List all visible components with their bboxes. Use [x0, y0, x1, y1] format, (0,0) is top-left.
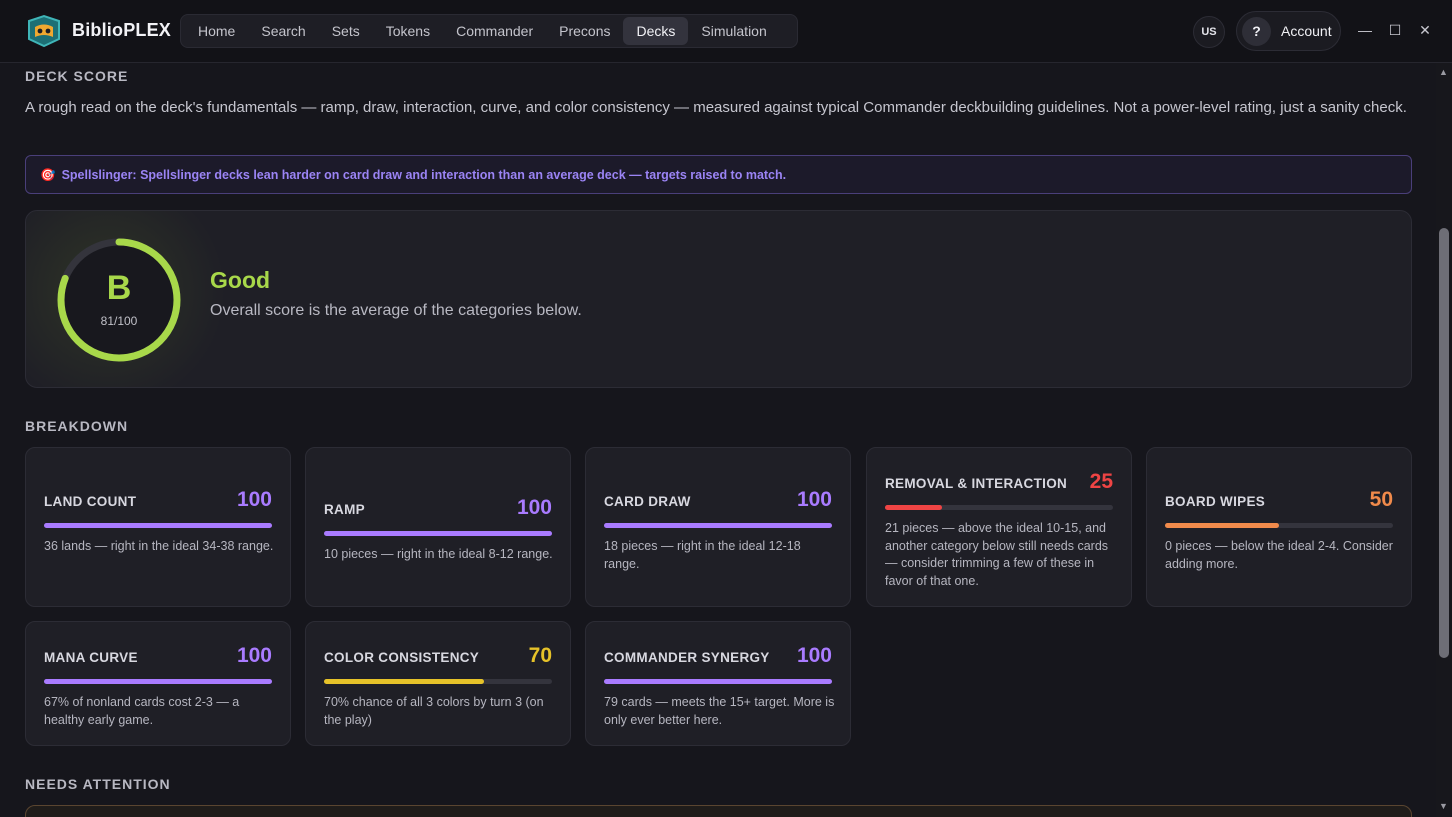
category-bar-fill [44, 679, 272, 684]
category-score: 100 [236, 644, 272, 667]
nav-simulation[interactable]: Simulation [688, 17, 779, 45]
category-bar [1165, 523, 1393, 528]
category-card: LAND COUNT 100 36 lands — right in the i… [25, 447, 291, 607]
category-bar-fill [44, 523, 272, 528]
category-note: 67% of nonland cards cost 2-3 — a health… [44, 695, 240, 727]
deck-score-title: DECK SCORE [25, 68, 129, 84]
category-score: 50 [1369, 488, 1393, 511]
category-score: 100 [516, 496, 552, 519]
nav-search[interactable]: Search [248, 17, 318, 45]
category-note: 0 pieces — below the ideal 2-4. Consider… [1165, 539, 1393, 571]
breakdown-title: BREAKDOWN [25, 418, 129, 434]
category-bar [885, 505, 1113, 510]
category-card: BOARD WIPES 50 0 pieces — below the idea… [1146, 447, 1412, 607]
category-name: RAMP [324, 502, 365, 517]
category-name: LAND COUNT [44, 494, 137, 509]
category-card: COMMANDER SYNERGY 100 79 cards — meets t… [585, 621, 851, 746]
category-card: MANA CURVE 100 67% of nonland cards cost… [25, 621, 291, 746]
category-name: MANA CURVE [44, 650, 138, 665]
help-icon: ? [1242, 17, 1271, 46]
category-bar [324, 679, 552, 684]
category-name: REMOVAL & INTERACTION [885, 476, 1068, 491]
category-bar [604, 679, 832, 684]
category-bar-fill [324, 679, 484, 684]
category-name: COMMANDER SYNERGY [604, 650, 770, 665]
category-card: RAMP 100 10 pieces — right in the ideal … [305, 447, 571, 607]
nav-home[interactable]: Home [185, 17, 248, 45]
category-bar-fill [1165, 523, 1279, 528]
language-button[interactable]: US [1193, 16, 1225, 48]
category-note: 79 cards — meets the 15+ target. More is… [604, 695, 835, 727]
grade-letter: B [106, 269, 132, 307]
category-note: 10 pieces — right in the ideal 8-12 rang… [324, 547, 553, 561]
app-brand: BiblioPLEX [72, 20, 172, 40]
nav-precons[interactable]: Precons [546, 17, 623, 45]
close-icon[interactable]: ✕ [1415, 20, 1435, 40]
archetype-banner: 🎯 Spellslinger: Spellslinger decks lean h… [25, 155, 1412, 194]
account-button[interactable]: ? Account [1236, 11, 1341, 51]
main-nav: Home Search Sets Tokens Commander Precon… [180, 14, 798, 48]
category-bar-fill [604, 523, 832, 528]
main-content: DECK SCORE A rough read on the deck's fu… [0, 63, 1436, 817]
category-score: 70 [528, 644, 552, 667]
title-bar: BiblioPLEX Home Search Sets Tokens Comma… [0, 0, 1452, 63]
category-name: COLOR CONSISTENCY [324, 650, 480, 665]
grade-label: Good [210, 267, 271, 293]
overall-score-card: B 81/100 Good Overall score is the avera… [25, 210, 1412, 388]
category-note: 70% chance of all 3 colors by turn 3 (on… [324, 695, 544, 727]
category-score: 100 [236, 488, 272, 511]
category-bar [604, 523, 832, 528]
category-card: CARD DRAW 100 18 pieces — right in the i… [585, 447, 851, 607]
category-name: BOARD WIPES [1165, 494, 1266, 509]
category-name: CARD DRAW [604, 494, 691, 509]
scrollbar[interactable]: ▲ ▼ [1436, 63, 1452, 817]
category-bar [44, 523, 272, 528]
scrollbar-thumb[interactable] [1439, 228, 1449, 658]
grade-description: Overall score is the average of the cate… [210, 302, 582, 319]
maximize-icon[interactable]: ☐ [1385, 20, 1405, 40]
nav-sets[interactable]: Sets [319, 17, 373, 45]
category-note: 21 pieces — above the ideal 10-15, and a… [885, 521, 1109, 588]
category-note: 18 pieces — right in the ideal 12-18 ran… [604, 539, 801, 571]
account-label: Account [1281, 23, 1332, 39]
category-card: COLOR CONSISTENCY 70 70% chance of all 3… [305, 621, 571, 746]
nav-commander[interactable]: Commander [443, 17, 546, 45]
needs-attention-card [25, 805, 1412, 817]
nav-tokens[interactable]: Tokens [373, 17, 443, 45]
target-icon: 🎯 [40, 168, 56, 182]
scroll-down-icon[interactable]: ▼ [1439, 801, 1448, 811]
scroll-up-icon[interactable]: ▲ [1439, 67, 1448, 77]
biblioplex-logo-icon [28, 14, 60, 48]
category-bar-fill [604, 679, 832, 684]
category-score: 100 [796, 488, 832, 511]
needs-attention-title: NEEDS ATTENTION [25, 776, 171, 792]
category-bar [324, 531, 552, 536]
category-bar-fill [324, 531, 552, 536]
grade-score: 81/100 [100, 314, 138, 328]
category-score: 100 [796, 644, 832, 667]
deck-score-intro: A rough read on the deck's fundamentals … [25, 99, 1407, 116]
category-bar-fill [885, 505, 942, 510]
nav-decks[interactable]: Decks [623, 17, 689, 45]
category-note: 36 lands — right in the ideal 34-38 rang… [44, 539, 274, 553]
category-score: 25 [1089, 470, 1113, 493]
banner-text: Spellslinger: Spellslinger decks lean ha… [61, 168, 787, 182]
category-bar [44, 679, 272, 684]
minimize-icon[interactable]: — [1355, 20, 1375, 40]
category-card: REMOVAL & INTERACTION 25 21 pieces — abo… [866, 447, 1132, 607]
